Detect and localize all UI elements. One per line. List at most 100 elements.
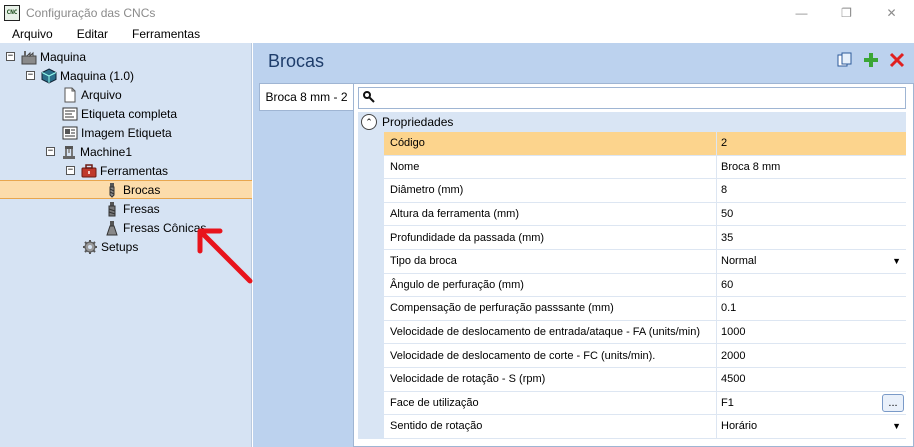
tree-item-fresas[interactable]: Fresas xyxy=(104,199,160,218)
property-name: Nome xyxy=(384,155,717,180)
tree-item-setups[interactable]: Setups xyxy=(82,237,138,256)
cube-icon xyxy=(41,67,57,84)
tree-item-maquina[interactable]: − Maquina xyxy=(6,47,86,66)
property-name: Sentido de rotação xyxy=(384,415,717,439)
property-name: Profundidade da passada (mm) xyxy=(384,226,717,250)
property-name: Velocidade de deslocamento de entrada/at… xyxy=(384,320,717,345)
menu-ferramentas[interactable]: Ferramentas xyxy=(126,27,206,41)
property-name: Face de utilização xyxy=(384,391,717,416)
property-row[interactable]: Nome Broca 8 mm xyxy=(358,155,906,180)
mill-icon xyxy=(104,201,120,217)
main-panel: Brocas Broca 8 mm - 2 ⌃ Propriedades Cód… xyxy=(253,43,914,447)
tree-item-maquina-version[interactable]: − Maquina (1.0) xyxy=(26,66,134,85)
tree-item-label: Imagem Etiqueta xyxy=(81,125,172,140)
label-icon xyxy=(62,106,78,122)
collapse-toggle[interactable]: − xyxy=(66,166,75,175)
property-name: Velocidade de rotação - S (rpm) xyxy=(384,367,717,392)
close-button[interactable]: ✕ xyxy=(869,0,914,25)
chevron-up-icon[interactable]: ⌃ xyxy=(361,114,377,130)
tree-item-machine1[interactable]: − Machine1 xyxy=(46,142,132,161)
property-name: Velocidade de deslocamento de corte - FC… xyxy=(384,344,717,368)
property-row[interactable]: Face de utilização F1... xyxy=(358,391,906,416)
tree-item-label: Maquina xyxy=(40,49,87,64)
property-row[interactable]: Diâmetro (mm) 8 xyxy=(358,179,906,203)
tree-item-arquivo[interactable]: Arquivo xyxy=(62,85,122,104)
property-dropdown[interactable]: Normal ▼ xyxy=(717,250,906,274)
drill-bit-icon xyxy=(104,182,120,198)
tree-item-label: Setups xyxy=(101,239,139,254)
tree-item-label: Fresas xyxy=(123,201,160,216)
property-name: Compensação de perfuração passsante (mm) xyxy=(384,297,717,321)
delete-icon[interactable] xyxy=(888,51,906,69)
ellipsis-button[interactable]: ... xyxy=(882,393,904,412)
property-value[interactable]: 35 xyxy=(717,226,906,250)
category-header[interactable]: ⌃ Propriedades xyxy=(358,112,906,132)
tab-broca-8mm-2[interactable]: Broca 8 mm - 2 xyxy=(259,83,353,111)
search-input[interactable] xyxy=(358,87,906,109)
restore-button[interactable]: ❐ xyxy=(824,0,869,25)
page-title: Brocas xyxy=(268,51,325,71)
machine-icon xyxy=(61,144,77,160)
file-icon xyxy=(62,87,78,103)
property-value[interactable]: 60 xyxy=(717,274,906,298)
property-rows: Código 2 Nome Broca 8 mm Diâmetro (mm) 8… xyxy=(358,132,906,439)
window-title: Configuração das CNCs xyxy=(26,5,156,20)
tree-item-imagem-etiqueta[interactable]: Imagem Etiqueta xyxy=(62,123,172,142)
tree-item-brocas[interactable]: Brocas xyxy=(0,180,252,199)
factory-icon xyxy=(21,49,37,65)
image-label-icon xyxy=(62,125,78,141)
conical-mill-icon xyxy=(104,220,120,236)
plus-icon[interactable] xyxy=(862,51,880,69)
property-value[interactable]: 50 xyxy=(717,203,906,227)
property-row[interactable]: Código 2 xyxy=(358,132,906,156)
tree-item-label: Arquivo xyxy=(81,87,122,102)
property-row[interactable]: Velocidade de rotação - S (rpm) 4500 xyxy=(358,367,906,392)
app-icon: CNC xyxy=(4,4,20,21)
property-value[interactable]: 4500 xyxy=(717,368,906,392)
tab-strip: Broca 8 mm - 2 xyxy=(259,83,353,447)
tree-panel: − Maquina − Maquina (1.0) Arquivo Etique… xyxy=(0,43,253,447)
toolbar xyxy=(836,51,906,69)
property-row[interactable]: Tipo da broca Normal ▼ xyxy=(358,249,906,274)
property-row[interactable]: Sentido de rotação Horário ▼ xyxy=(358,415,906,439)
property-value[interactable]: 8 xyxy=(717,179,906,203)
window-controls: — ❐ ✕ xyxy=(779,0,914,25)
property-row[interactable]: Velocidade de deslocamento de corte - FC… xyxy=(358,344,906,368)
menu-arquivo[interactable]: Arquivo xyxy=(6,27,59,41)
property-grid: ⌃ Propriedades Código 2 Nome Broca 8 mm … xyxy=(353,83,914,447)
category-label: Propriedades xyxy=(382,115,454,129)
tree-item-label: Maquina (1.0) xyxy=(60,68,135,83)
property-value[interactable]: F1... xyxy=(717,392,906,416)
property-row[interactable]: Compensação de perfuração passsante (mm)… xyxy=(358,297,906,321)
dropdown-arrow-icon[interactable]: ▼ xyxy=(892,256,901,266)
property-value[interactable]: 2 xyxy=(717,132,906,156)
minimize-button[interactable]: — xyxy=(779,0,824,25)
copy-icon[interactable] xyxy=(836,51,854,69)
property-name: Tipo da broca xyxy=(384,249,717,274)
tree-item-label: Etiqueta completa xyxy=(81,106,178,121)
property-row[interactable]: Profundidade da passada (mm) 35 xyxy=(358,226,906,250)
menu-editar[interactable]: Editar xyxy=(71,27,114,41)
collapse-toggle[interactable]: − xyxy=(46,147,55,156)
tree-item-ferramentas[interactable]: − Ferramentas xyxy=(66,161,168,180)
tree-item-fresas-conicas[interactable]: Fresas Cônicas xyxy=(104,218,206,237)
property-name: Ângulo de perfuração (mm) xyxy=(384,273,717,298)
menu-bar: Arquivo Editar Ferramentas xyxy=(0,25,914,43)
property-value[interactable]: 1000 xyxy=(717,321,906,345)
tree-item-label: Ferramentas xyxy=(100,163,169,178)
property-row[interactable]: Velocidade de deslocamento de entrada/at… xyxy=(358,320,906,345)
collapse-toggle[interactable]: − xyxy=(6,52,15,61)
dropdown-arrow-icon[interactable]: ▼ xyxy=(892,421,901,431)
property-row[interactable]: Ângulo de perfuração (mm) 60 xyxy=(358,273,906,298)
tree-item-label: Machine1 xyxy=(80,144,133,159)
property-name: Diâmetro (mm) xyxy=(384,179,717,203)
property-dropdown[interactable]: Horário ▼ xyxy=(717,415,906,439)
tree-item-label: Fresas Cônicas xyxy=(123,220,207,235)
property-value[interactable]: 0.1 xyxy=(717,297,906,321)
tree-item-etiqueta-completa[interactable]: Etiqueta completa xyxy=(62,104,177,123)
collapse-toggle[interactable]: − xyxy=(26,71,35,80)
property-value[interactable]: 2000 xyxy=(717,344,906,368)
property-name: Altura da ferramenta (mm) xyxy=(384,202,717,227)
property-row[interactable]: Altura da ferramenta (mm) 50 xyxy=(358,202,906,227)
property-value[interactable]: Broca 8 mm xyxy=(717,156,906,180)
